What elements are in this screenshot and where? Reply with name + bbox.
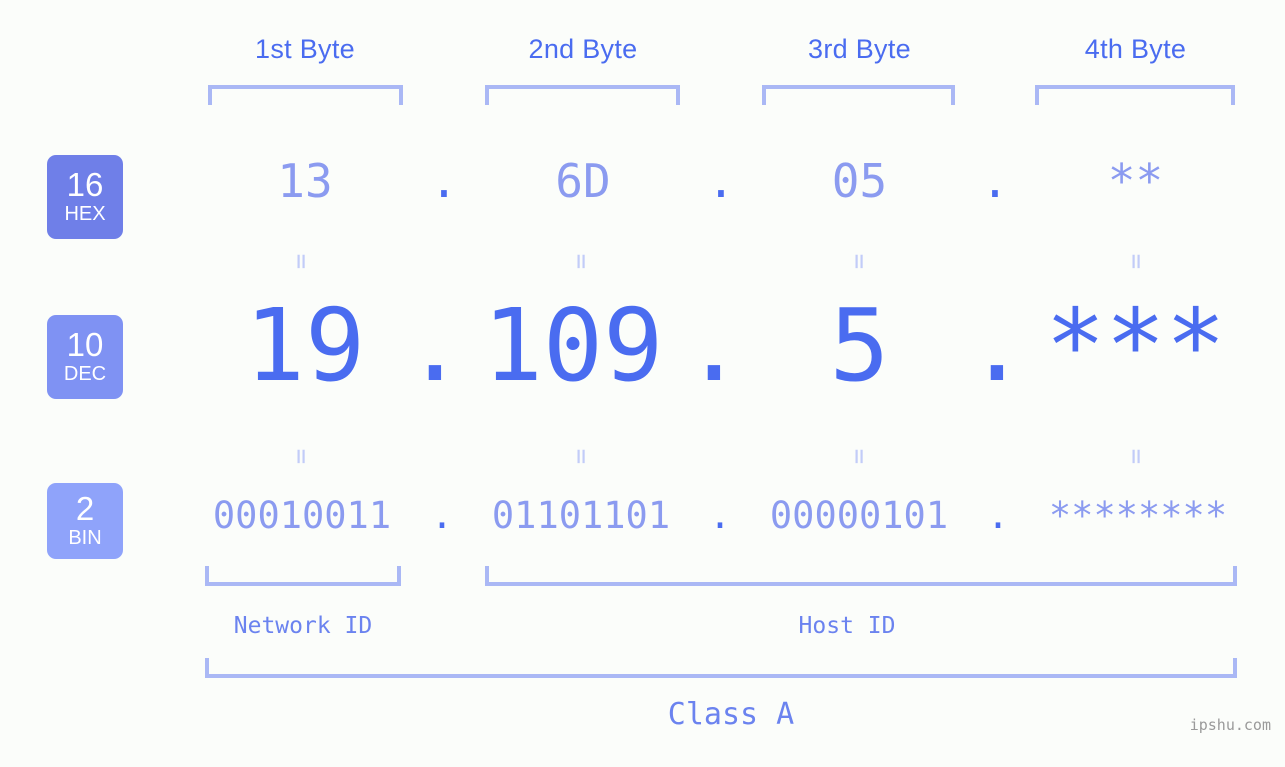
byte-bracket-top-3: [762, 85, 955, 105]
dec-byte-4: ***: [1045, 287, 1226, 404]
network-id-bracket: [205, 566, 401, 586]
hex-separator-3: .: [981, 154, 1009, 208]
class-label: Class A: [667, 697, 795, 732]
equals-icon-dec-bin-3: =: [844, 448, 874, 464]
ip-address-breakdown-diagram: 1st Byte 2nd Byte 3rd Byte 4th Byte 16 H…: [0, 0, 1285, 767]
equals-icon-dec-bin-1: =: [286, 448, 316, 464]
dec-separator-3: .: [966, 287, 1028, 404]
host-id-label: Host ID: [798, 613, 896, 639]
equals-icon-hex-dec-1: =: [286, 253, 316, 269]
dec-separator-2: .: [683, 287, 745, 404]
equals-icon-dec-bin-4: =: [1121, 448, 1151, 464]
hex-separator-1: .: [430, 154, 458, 208]
equals-icon-hex-dec-3: =: [844, 253, 874, 269]
byte-label-2: 2nd Byte: [528, 34, 638, 64]
network-id-label: Network ID: [233, 613, 373, 639]
hex-byte-2: 6D: [555, 154, 611, 208]
base-badge-dec[interactable]: 10 DEC: [47, 315, 123, 399]
equals-icon-hex-dec-2: =: [566, 253, 596, 269]
base-badge-hex-abbr: HEX: [64, 202, 106, 225]
dec-byte-1: 19: [244, 287, 366, 404]
bin-separator-1: .: [430, 494, 454, 537]
bin-separator-2: .: [708, 494, 732, 537]
equals-icon-hex-dec-4: =: [1121, 253, 1151, 269]
base-badge-bin-abbr: BIN: [68, 526, 102, 549]
byte-label-1: 1st Byte: [255, 34, 355, 64]
byte-bracket-top-2: [485, 85, 680, 105]
equals-icon-dec-bin-2: =: [566, 448, 596, 464]
hex-byte-4: **: [1107, 154, 1164, 208]
base-badge-hex-number: 16: [66, 166, 104, 204]
class-bracket: [205, 658, 1237, 678]
bin-separator-3: .: [986, 494, 1010, 537]
bin-byte-2: 01101101: [491, 494, 671, 537]
base-badge-bin-number: 2: [75, 490, 95, 528]
bin-byte-1: 00010011: [212, 494, 392, 537]
host-id-bracket: [485, 566, 1237, 586]
base-badge-bin[interactable]: 2 BIN: [47, 483, 123, 559]
byte-label-3: 3rd Byte: [808, 34, 911, 64]
watermark: ipshu.com: [1189, 716, 1271, 734]
dec-byte-3: 5: [829, 287, 890, 404]
dec-byte-2: 109: [482, 287, 664, 404]
bin-byte-3: 00000101: [769, 494, 949, 537]
hex-separator-2: .: [707, 154, 735, 208]
hex-byte-3: 05: [831, 154, 888, 208]
base-badge-hex[interactable]: 16 HEX: [47, 155, 123, 239]
base-badge-dec-number: 10: [66, 326, 104, 364]
byte-bracket-top-4: [1035, 85, 1235, 105]
byte-bracket-top-1: [208, 85, 403, 105]
byte-label-4: 4th Byte: [1084, 34, 1187, 64]
dec-separator-1: .: [404, 287, 466, 404]
bin-byte-4: ********: [1048, 494, 1228, 537]
base-badge-dec-abbr: DEC: [63, 362, 107, 385]
hex-byte-1: 13: [277, 154, 333, 208]
